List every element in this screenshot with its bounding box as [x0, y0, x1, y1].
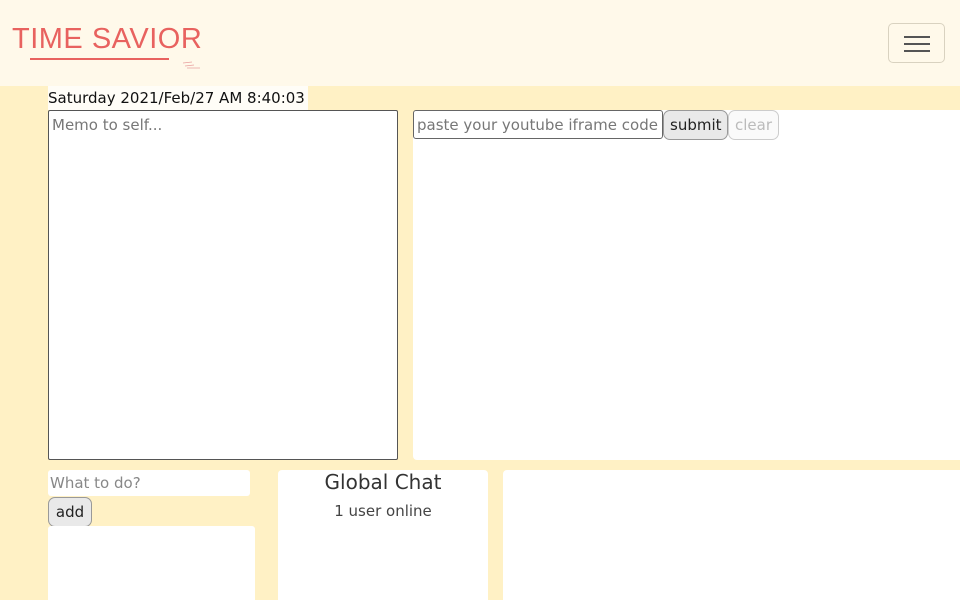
chat-title: Global Chat: [324, 470, 442, 494]
navbar-toggle-button[interactable]: [888, 23, 945, 63]
users-online-count: 1 user online: [334, 502, 432, 520]
submit-video-button[interactable]: submit: [663, 110, 728, 140]
add-todo-button[interactable]: add: [48, 497, 92, 527]
brand-scribble-icon: [182, 61, 200, 69]
top-navbar: TIME SAVIOR: [0, 0, 960, 86]
clear-video-button[interactable]: clear: [728, 110, 779, 140]
hamburger-menu-icon: [904, 43, 930, 45]
hamburger-menu-icon: [904, 36, 930, 38]
hamburger-menu-icon: [904, 50, 930, 52]
brand-logo-text[interactable]: TIME SAVIOR: [12, 22, 202, 56]
brand-underline: [30, 58, 169, 60]
todo-input[interactable]: [48, 470, 250, 496]
chat-messages-panel: [503, 470, 960, 600]
memo-textarea[interactable]: [48, 110, 398, 460]
youtube-iframe-input[interactable]: [413, 110, 663, 139]
video-panel: [413, 110, 960, 460]
current-datetime: Saturday 2021/Feb/27 AM 8:40:03: [48, 89, 305, 107]
todo-list: [48, 526, 255, 600]
global-chat-panel: Global Chat 1 user online: [278, 470, 488, 600]
